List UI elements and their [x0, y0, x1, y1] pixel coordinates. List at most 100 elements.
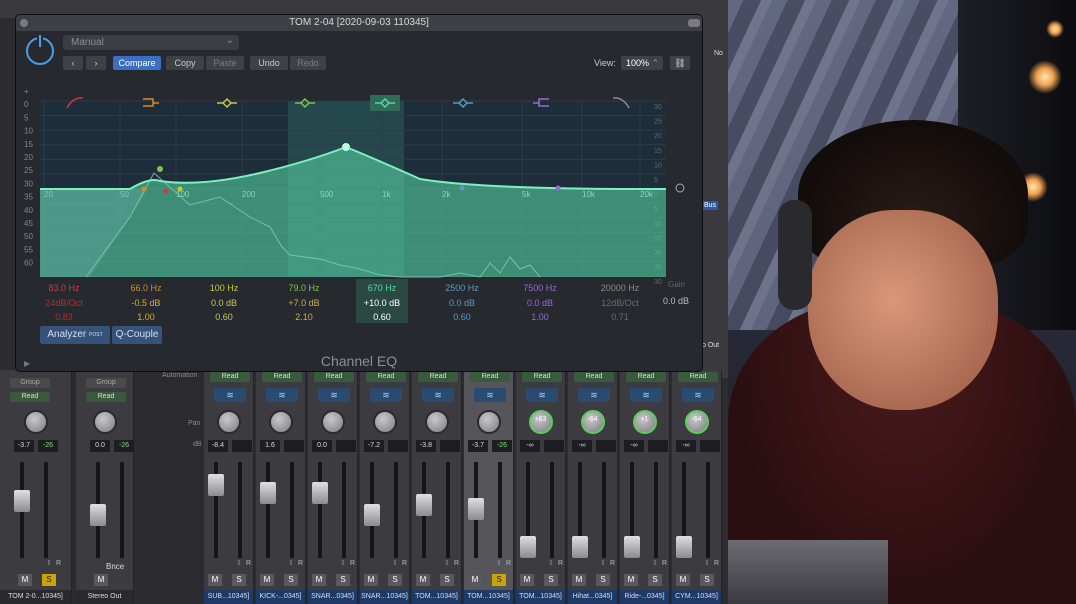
volume-readout[interactable]: 0.0	[312, 440, 332, 452]
band-freq-value[interactable]: 66.0 Hz	[116, 281, 176, 295]
automation-mode[interactable]: Read	[314, 372, 354, 382]
pan-knob[interactable]	[425, 410, 449, 434]
volume-readout[interactable]: -∞	[520, 440, 540, 452]
volume-readout[interactable]: -∞	[624, 440, 644, 452]
mute-button[interactable]: M	[312, 574, 326, 586]
automation-mode[interactable]: Read	[626, 372, 666, 382]
mute-button[interactable]: M	[676, 574, 690, 586]
track-name[interactable]: Hihat...0345]	[568, 590, 617, 604]
track-name[interactable]: Stereo Out	[76, 590, 133, 604]
peak-readout[interactable]	[544, 440, 564, 452]
automation-mode[interactable]: Read	[86, 392, 126, 402]
record-enable-button[interactable]: R	[454, 560, 459, 567]
volume-fader[interactable]	[208, 474, 224, 496]
mute-button[interactable]: M	[624, 574, 638, 586]
peak-readout[interactable]	[232, 440, 252, 452]
band-handle[interactable]	[459, 185, 465, 191]
automation-mode[interactable]: Read	[366, 372, 406, 382]
track-name[interactable]: SNAR...0345]	[308, 590, 357, 604]
group-slot[interactable]: Group	[10, 378, 50, 388]
paste-button[interactable]: Paste	[206, 56, 244, 70]
automation-mode[interactable]: Read	[418, 372, 458, 382]
group-slot[interactable]: Group	[86, 378, 126, 388]
band-gain-value[interactable]: 0.0 dB	[510, 296, 570, 310]
track-name[interactable]: SUB...10345]	[204, 590, 253, 604]
volume-readout[interactable]: -∞	[676, 440, 696, 452]
peak-readout[interactable]	[596, 440, 616, 452]
volume-readout[interactable]: -∞	[572, 440, 592, 452]
band-handle[interactable]	[141, 186, 147, 192]
record-enable-button[interactable]: R	[56, 560, 61, 567]
record-enable-button[interactable]: R	[662, 560, 667, 567]
power-icon[interactable]	[26, 35, 54, 65]
track-name[interactable]: Ride-...0345]	[620, 590, 669, 604]
automation-mode[interactable]: Read	[522, 372, 562, 382]
volume-readout[interactable]: -3.7	[14, 440, 34, 452]
mute-button[interactable]: M	[94, 574, 108, 586]
band-handle[interactable]	[163, 188, 169, 194]
eq-thumbnail-icon[interactable]: ≋	[682, 388, 714, 402]
mute-button[interactable]: M	[364, 574, 378, 586]
pan-knob[interactable]	[217, 410, 241, 434]
peak-readout[interactable]	[648, 440, 668, 452]
track-name[interactable]: TOM...10345]	[464, 590, 513, 604]
volume-fader[interactable]	[364, 504, 380, 526]
resize-icon[interactable]	[688, 19, 700, 27]
band-gain-value[interactable]: 0.0 dB	[432, 296, 492, 310]
track-name[interactable]: TOM...10345]	[412, 590, 461, 604]
record-enable-button[interactable]: R	[298, 560, 303, 567]
gain-handle[interactable]	[675, 183, 685, 193]
band-q-value[interactable]: 0.60	[352, 310, 412, 324]
peak-readout[interactable]	[336, 440, 356, 452]
eq-thumbnail-icon[interactable]: ≋	[266, 388, 298, 402]
gain-value[interactable]: 0.0 dB	[656, 296, 696, 306]
mute-button[interactable]: M	[18, 574, 32, 586]
eq-thumbnail-icon[interactable]: ≋	[370, 388, 402, 402]
track-name[interactable]: KICK-...0345]	[256, 590, 305, 604]
peak-readout[interactable]	[440, 440, 460, 452]
mute-button[interactable]: M	[468, 574, 482, 586]
band-freq-value[interactable]: 100 Hz	[194, 281, 254, 295]
redo-button[interactable]: Redo	[290, 56, 326, 70]
preset-dropdown[interactable]: Manual	[63, 33, 239, 50]
solo-button[interactable]: S	[492, 574, 506, 586]
solo-button[interactable]: S	[648, 574, 662, 586]
band-q-value[interactable]: 1.00	[510, 310, 570, 324]
bounce-button[interactable]: Bnce	[106, 562, 124, 571]
band-handle-selected[interactable]	[342, 143, 350, 151]
band-q-value[interactable]: 2.10	[274, 310, 334, 324]
volume-fader[interactable]	[676, 536, 692, 558]
band-freq-value[interactable]: 83.0 Hz	[34, 281, 94, 295]
automation-mode[interactable]: Read	[678, 372, 718, 382]
eq-thumbnail-icon[interactable]: ≋	[578, 388, 610, 402]
pan-knob[interactable]	[93, 410, 117, 434]
band-q-value[interactable]: 0.83	[34, 310, 94, 324]
record-enable-button[interactable]: R	[558, 560, 563, 567]
automation-mode[interactable]: Read	[10, 392, 50, 402]
solo-button[interactable]: S	[232, 574, 246, 586]
peak-readout[interactable]: -26	[38, 440, 58, 452]
input-monitor-button[interactable]: I	[550, 560, 552, 567]
automation-mode[interactable]: Read	[574, 372, 614, 382]
eq-thumbnail-icon[interactable]: ≋	[422, 388, 454, 402]
eq-thumbnail-icon[interactable]: ≋	[318, 388, 350, 402]
track-name[interactable]: SNAR...10345]	[360, 590, 409, 604]
peak-readout[interactable]: -26	[492, 440, 512, 452]
volume-readout[interactable]: -8.4	[208, 440, 228, 452]
solo-button[interactable]: S	[284, 574, 298, 586]
eq-graph[interactable]: +051015202530354045505560 30252015105051…	[20, 77, 690, 287]
automation-mode[interactable]: Read	[470, 372, 510, 382]
analyzer-button[interactable]: Analyzer POST	[40, 326, 110, 344]
mute-button[interactable]: M	[260, 574, 274, 586]
band-q-value[interactable]: 0.71	[590, 310, 650, 324]
automation-mode[interactable]: Read	[262, 372, 302, 382]
input-monitor-button[interactable]: I	[446, 560, 448, 567]
peak-readout[interactable]	[284, 440, 304, 452]
q-couple-button[interactable]: Q-Couple	[112, 326, 162, 344]
input-monitor-button[interactable]: I	[290, 560, 292, 567]
band-gain-value[interactable]: -0.5 dB	[116, 296, 176, 310]
band-freq-value[interactable]: 670 Hz	[352, 281, 412, 295]
input-monitor-button[interactable]: I	[706, 560, 708, 567]
band-freq-value[interactable]: 2500 Hz	[432, 281, 492, 295]
eq-thumbnail-icon[interactable]: ≋	[214, 388, 246, 402]
